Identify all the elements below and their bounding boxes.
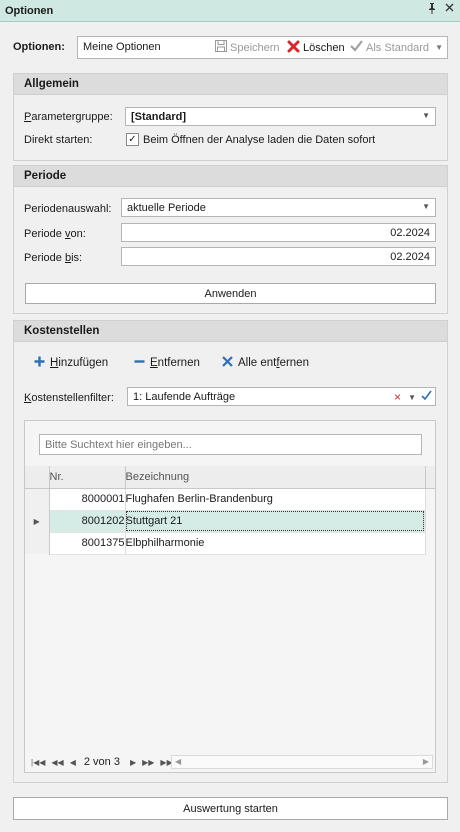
scroll-left-icon[interactable]: ◀ [175, 757, 181, 766]
periode-von-label: Periode von: [24, 228, 86, 240]
grid-search-input[interactable]: Bitte Suchtext hier eingeben... [39, 434, 422, 455]
chevron-down-icon[interactable]: ▼ [435, 43, 443, 52]
group-kostenstellen-header: Kostenstellen [14, 321, 447, 342]
scroll-right-icon[interactable]: ▶ [423, 757, 429, 766]
param-group-select[interactable]: [Standard] ▼ [125, 107, 436, 126]
remove-all-button[interactable]: Alle entfernen [222, 356, 309, 370]
save-icon [215, 40, 227, 55]
add-label: Hinzufügen [50, 357, 109, 369]
cell-bezeichnung[interactable]: Stuttgart 21 [125, 510, 426, 533]
column-header-nr[interactable]: Nr. [49, 466, 126, 489]
periode-von-input[interactable]: 02.2024 [121, 223, 436, 242]
row-indicator-header [25, 466, 50, 489]
next-page-icon[interactable]: ▶ [130, 758, 136, 767]
cell-nr[interactable]: 8000001 [49, 488, 126, 511]
horizontal-scrollbar[interactable]: ◀ ▶ [171, 755, 433, 769]
periode-bis-input[interactable]: 02.2024 [121, 247, 436, 266]
prev-page-icon[interactable]: ◀ [70, 758, 76, 767]
row-indicator [25, 488, 50, 510]
cell-bezeichnung[interactable]: Flughafen Berlin-Brandenburg [125, 488, 426, 511]
next-page-group-icon[interactable]: ▶▶ [142, 758, 154, 767]
direkt-start-checkbox[interactable]: ✓ [126, 133, 139, 146]
panel-titlebar: Optionen [0, 0, 460, 22]
save-label: Speichern [230, 41, 280, 54]
delete-button[interactable]: Löschen [287, 40, 345, 56]
plus-icon [34, 356, 45, 370]
first-page-icon[interactable]: |◀◀ [31, 758, 45, 767]
minus-icon [134, 356, 145, 370]
direkt-start-text: Beim Öffnen der Analyse laden die Daten … [143, 134, 376, 146]
set-default-button[interactable]: Als Standard [350, 40, 429, 55]
kostenstellen-table: Nr. Bezeichnung 8000001 Flughafen Berlin… [25, 466, 435, 555]
x-icon [222, 356, 233, 370]
row-indicator-arrow-icon: ▶ [25, 510, 50, 532]
kostenstellen-grid-panel: Bitte Suchtext hier eingeben... Nr. Beze… [24, 420, 436, 773]
cell-nr[interactable]: 8001375 [49, 532, 126, 555]
options-label: Optionen: [13, 41, 65, 53]
cell-nr[interactable]: 8001202 [49, 510, 126, 533]
kostenstellenfilter-select[interactable]: 1: Laufende Aufträge × ▼ [127, 387, 436, 406]
cell-bezeichnung[interactable]: Elbphilharmonie [125, 532, 426, 555]
remove-button[interactable]: Entfernen [134, 356, 200, 370]
checkmark-icon [350, 40, 363, 55]
periodenauswahl-label: Periodenauswahl: [24, 203, 112, 215]
table-header-row: Nr. Bezeichnung [25, 466, 435, 489]
periode-bis-value: 02.2024 [390, 251, 430, 263]
panel-title: Optionen [5, 4, 54, 17]
chevron-down-icon[interactable]: ▼ [422, 202, 430, 211]
remove-label: Entfernen [150, 357, 200, 369]
column-header-bezeichnung[interactable]: Bezeichnung [125, 466, 426, 489]
delete-icon [287, 40, 300, 56]
delete-label: Löschen [303, 42, 345, 54]
group-allgemein-header: Allgemein [14, 74, 447, 95]
remove-all-label: Alle entfernen [238, 357, 309, 369]
set-default-label: Als Standard [366, 41, 429, 54]
column-header-spacer [425, 466, 435, 489]
chevron-down-icon[interactable]: ▼ [408, 393, 416, 402]
chevron-down-icon[interactable]: ▼ [422, 111, 430, 120]
periode-von-value: 02.2024 [390, 227, 430, 239]
group-periode-header: Periode [14, 166, 447, 187]
close-icon[interactable] [445, 3, 454, 17]
pager-info: 2 von 3 [83, 756, 120, 768]
kostenstellenfilter-value: 1: Laufende Aufträge [133, 391, 236, 403]
pin-icon[interactable] [427, 3, 437, 17]
table-row[interactable]: ▶ 8001202 Stuttgart 21 [25, 510, 435, 533]
direkt-start-label: Direkt starten: [24, 134, 93, 146]
row-indicator [25, 532, 50, 554]
start-evaluation-button[interactable]: Auswertung starten [13, 797, 448, 820]
options-value[interactable]: Meine Optionen [83, 41, 161, 53]
save-button[interactable]: Speichern [215, 40, 280, 55]
table-row[interactable]: 8000001 Flughafen Berlin-Brandenburg [25, 488, 435, 511]
table-row[interactable]: 8001375 Elbphilharmonie [25, 532, 435, 555]
periodenauswahl-value: aktuelle Periode [127, 202, 206, 214]
param-group-label: Parametergruppe: [24, 111, 113, 123]
prev-page-group-icon[interactable]: ◀◀ [51, 758, 63, 767]
checkmark-icon[interactable] [421, 390, 432, 404]
options-selector[interactable]: Meine Optionen Speichern Löschen Als Sta… [77, 36, 448, 59]
periodenauswahl-select[interactable]: aktuelle Periode ▼ [121, 198, 436, 217]
kostenstellenfilter-label: Kostenstellenfilter: [24, 392, 114, 404]
add-button[interactable]: Hinzufügen [34, 356, 108, 370]
periode-bis-label: Periode bis: [24, 252, 83, 264]
clear-icon[interactable]: × [394, 390, 401, 404]
apply-button[interactable]: Anwenden [25, 283, 436, 304]
param-group-value: [Standard] [131, 111, 186, 123]
